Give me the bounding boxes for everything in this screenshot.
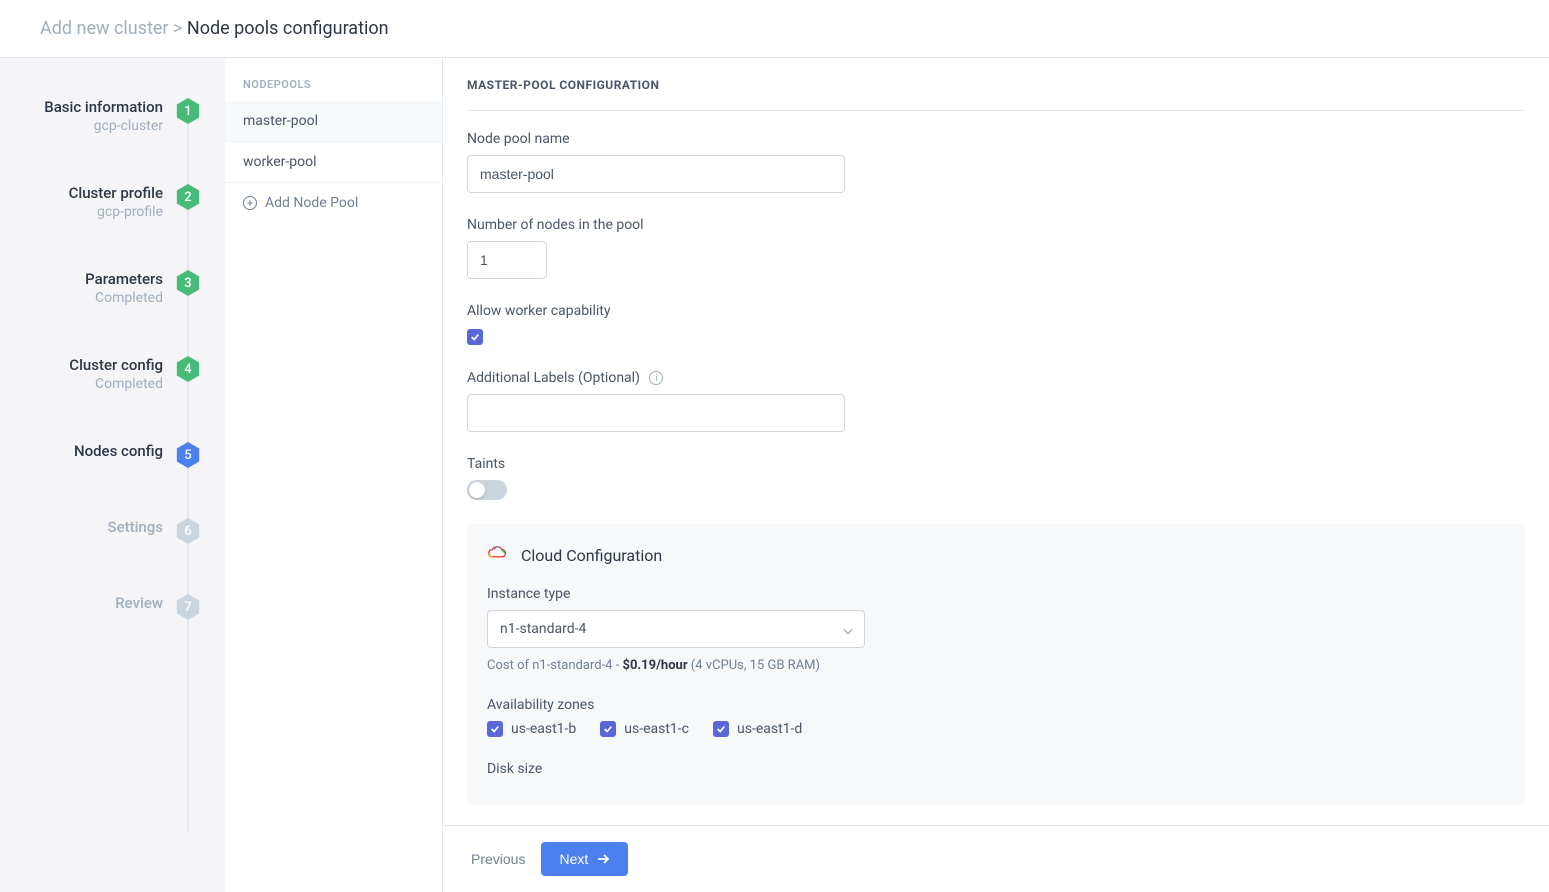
taints-label: Taints bbox=[467, 456, 1525, 472]
step-badge: 6 bbox=[175, 518, 201, 544]
plus-circle-icon: + bbox=[243, 196, 257, 210]
nodepool-item[interactable]: worker-pool bbox=[225, 142, 442, 183]
check-icon bbox=[490, 724, 500, 734]
config-title: MASTER-POOL CONFIGURATION bbox=[467, 78, 1525, 92]
zones-label: Availability zones bbox=[487, 697, 1505, 713]
allow-worker-checkbox[interactable] bbox=[467, 329, 483, 345]
pool-name-label: Node pool name bbox=[467, 131, 1525, 147]
disk-size-label: Disk size bbox=[487, 761, 1505, 777]
previous-button[interactable]: Previous bbox=[467, 843, 529, 875]
step-title: Parameters bbox=[85, 270, 163, 288]
breadcrumb-parent[interactable]: Add new cluster bbox=[40, 18, 169, 39]
additional-labels-label: Additional Labels (Optional) i bbox=[467, 370, 1525, 386]
allow-worker-label: Allow worker capability bbox=[467, 303, 1525, 319]
instance-cost-info: Cost of n1-standard-4 - $0.19/hour (4 vC… bbox=[487, 658, 1505, 673]
footer-bar: Previous Next bbox=[443, 825, 1549, 892]
step-badge: 3 bbox=[175, 270, 201, 296]
pool-name-input[interactable] bbox=[467, 155, 845, 193]
zone-checkbox-item[interactable]: us-east1-c bbox=[600, 721, 689, 737]
taints-toggle[interactable] bbox=[467, 480, 507, 500]
instance-type-label: Instance type bbox=[487, 586, 1505, 602]
zone-checkbox[interactable] bbox=[713, 721, 729, 737]
toggle-knob bbox=[469, 482, 485, 498]
zone-checkbox-item[interactable]: us-east1-d bbox=[713, 721, 802, 737]
check-icon bbox=[603, 724, 613, 734]
wizard-stepper: Basic information gcp-cluster 1 Cluster … bbox=[0, 58, 225, 892]
zone-label: us-east1-b bbox=[511, 721, 576, 737]
check-icon bbox=[470, 332, 480, 342]
step-1[interactable]: Basic information gcp-cluster 1 bbox=[0, 98, 225, 134]
step-title: Basic information bbox=[44, 98, 163, 116]
nodepools-panel: NODEPOOLS master-poolworker-pool + Add N… bbox=[225, 58, 443, 892]
step-badge: 5 bbox=[175, 442, 201, 468]
zone-label: us-east1-c bbox=[624, 721, 689, 737]
step-5[interactable]: Nodes config 5 bbox=[0, 442, 225, 468]
next-button[interactable]: Next bbox=[541, 842, 628, 876]
step-title: Review bbox=[115, 594, 163, 612]
arrow-right-icon bbox=[596, 852, 610, 866]
step-subtitle: gcp-cluster bbox=[44, 118, 163, 134]
breadcrumb: Add new cluster > Node pools configurati… bbox=[40, 18, 1509, 39]
zone-checkbox[interactable] bbox=[487, 721, 503, 737]
step-7[interactable]: Review 7 bbox=[0, 594, 225, 620]
step-title: Cluster profile bbox=[69, 184, 163, 202]
step-subtitle: Completed bbox=[69, 376, 163, 392]
form-panel: MASTER-POOL CONFIGURATION Node pool name… bbox=[443, 58, 1549, 892]
nodepool-item[interactable]: master-pool bbox=[225, 101, 442, 142]
zone-checkbox-item[interactable]: us-east1-b bbox=[487, 721, 576, 737]
step-title: Cluster config bbox=[69, 356, 163, 374]
step-badge: 4 bbox=[175, 356, 201, 382]
check-icon bbox=[716, 724, 726, 734]
node-count-input[interactable] bbox=[467, 241, 547, 279]
instance-type-select[interactable]: n1-standard-4 bbox=[487, 610, 865, 648]
step-title: Nodes config bbox=[74, 442, 163, 460]
step-title: Settings bbox=[107, 518, 163, 536]
add-nodepool-button[interactable]: + Add Node Pool bbox=[225, 183, 442, 223]
breadcrumb-current: Node pools configuration bbox=[187, 18, 389, 39]
step-badge: 7 bbox=[175, 594, 201, 620]
step-4[interactable]: Cluster config Completed 4 bbox=[0, 356, 225, 392]
zone-checkbox[interactable] bbox=[600, 721, 616, 737]
step-3[interactable]: Parameters Completed 3 bbox=[0, 270, 225, 306]
cloud-config-section: Cloud Configuration Instance type n1-sta… bbox=[467, 524, 1525, 805]
step-badge: 1 bbox=[175, 98, 201, 124]
node-count-label: Number of nodes in the pool bbox=[467, 217, 1525, 233]
step-2[interactable]: Cluster profile gcp-profile 2 bbox=[0, 184, 225, 220]
step-badge: 2 bbox=[175, 184, 201, 210]
cloud-config-title: Cloud Configuration bbox=[521, 546, 662, 565]
info-icon[interactable]: i bbox=[649, 371, 663, 385]
add-nodepool-label: Add Node Pool bbox=[265, 195, 358, 211]
gcp-cloud-icon bbox=[487, 544, 509, 566]
step-6[interactable]: Settings 6 bbox=[0, 518, 225, 544]
additional-labels-input[interactable] bbox=[467, 394, 845, 432]
zone-label: us-east1-d bbox=[737, 721, 802, 737]
divider bbox=[467, 110, 1525, 111]
step-subtitle: gcp-profile bbox=[69, 204, 163, 220]
page-header: Add new cluster > Node pools configurati… bbox=[0, 0, 1549, 58]
stepper-line bbox=[187, 118, 189, 832]
breadcrumb-separator: > bbox=[173, 18, 182, 39]
step-subtitle: Completed bbox=[85, 290, 163, 306]
nodepools-header: NODEPOOLS bbox=[225, 58, 442, 101]
